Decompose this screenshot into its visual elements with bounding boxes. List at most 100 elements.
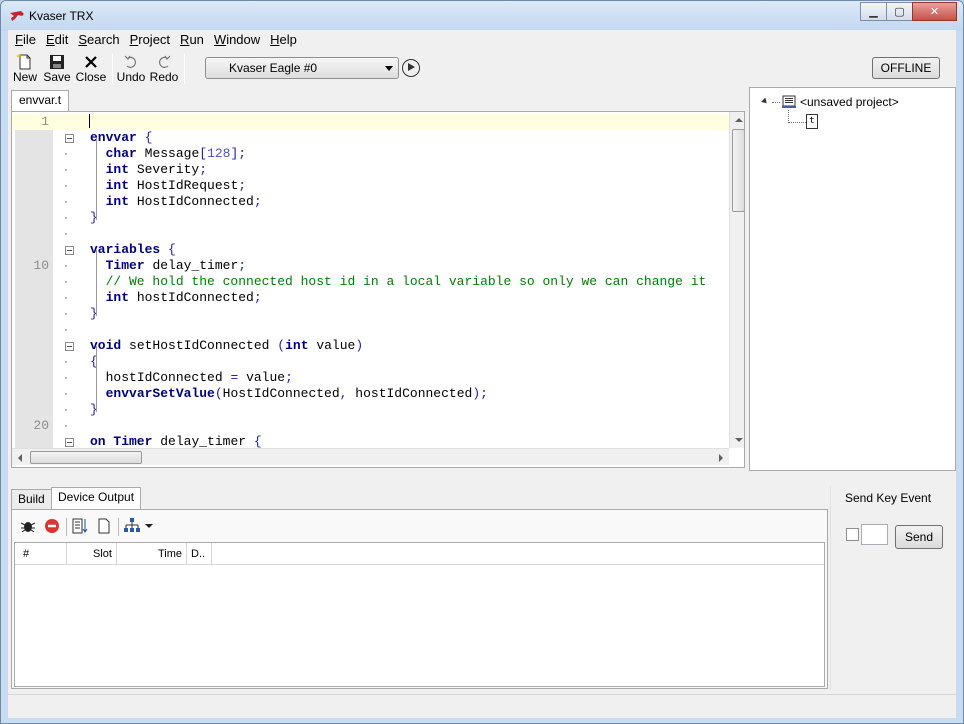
column-header-time[interactable]: Time bbox=[117, 543, 187, 565]
clear-red-circle-icon[interactable] bbox=[42, 516, 62, 536]
scroll-right-icon[interactable] bbox=[719, 454, 723, 462]
scroll-up-icon[interactable] bbox=[735, 118, 743, 122]
fold-toggle-icon[interactable] bbox=[65, 342, 74, 351]
tab-device-output[interactable]: Device Output bbox=[51, 487, 142, 510]
column-header-slot[interactable]: Slot bbox=[67, 543, 117, 565]
undo-button[interactable]: Undo bbox=[114, 53, 148, 87]
chevron-down-icon[interactable] bbox=[144, 516, 154, 536]
dropdown-arrow-icon bbox=[385, 66, 393, 71]
hierarchy-icon[interactable] bbox=[122, 516, 142, 536]
output-table-header: # Slot Time D.. bbox=[15, 543, 824, 565]
close-window-button[interactable]: ✕ bbox=[912, 2, 957, 21]
run-play-icon[interactable] bbox=[402, 59, 420, 77]
scroll-left-icon[interactable] bbox=[18, 454, 22, 462]
code-line: int hostIdConnected; bbox=[12, 290, 732, 306]
editor-vertical-scrollbar[interactable] bbox=[729, 112, 744, 448]
app-window: Kvaser TRX ▁ ▢ ✕ File Edit Search Projec… bbox=[0, 0, 964, 724]
send-button[interactable]: Send bbox=[895, 525, 943, 549]
bug-icon[interactable] bbox=[18, 516, 38, 536]
code-line: int HostIdRequest; bbox=[12, 178, 732, 194]
menu-project[interactable]: Project bbox=[125, 30, 175, 50]
send-key-checkbox[interactable] bbox=[846, 528, 859, 541]
menu-run[interactable]: Run bbox=[175, 30, 209, 50]
scroll-to-end-icon[interactable] bbox=[70, 516, 90, 536]
send-key-event-panel: Send Key Event Send bbox=[830, 486, 956, 690]
column-header-data[interactable]: D.. bbox=[187, 543, 212, 565]
send-key-input[interactable] bbox=[861, 524, 888, 545]
fold-guide-line bbox=[96, 346, 97, 412]
maximize-button[interactable]: ▢ bbox=[886, 2, 913, 21]
scroll-down-icon[interactable] bbox=[735, 438, 743, 442]
window-title: Kvaser TRX bbox=[29, 9, 94, 23]
title-bar[interactable]: Kvaser TRX ▁ ▢ ✕ bbox=[1, 1, 963, 31]
close-file-button[interactable]: Close bbox=[74, 53, 108, 87]
kvaser-logo-icon bbox=[10, 11, 24, 21]
code-line: envvar { bbox=[12, 130, 732, 146]
editor-tab-bar: envvar.t bbox=[8, 89, 745, 111]
device-select[interactable]: Kvaser Eagle #0 bbox=[205, 57, 399, 79]
document-icon[interactable] bbox=[94, 516, 114, 536]
save-disk-icon bbox=[50, 55, 64, 69]
fold-toggle-icon[interactable] bbox=[65, 246, 74, 255]
maximize-icon: ▢ bbox=[894, 6, 905, 18]
offline-button[interactable]: OFFLINE bbox=[872, 57, 940, 79]
status-bar bbox=[8, 694, 956, 718]
code-line: variables { bbox=[12, 242, 732, 258]
column-header-number[interactable]: # bbox=[15, 543, 67, 565]
client-area: File Edit Search Project Run Window Help… bbox=[8, 30, 956, 718]
scroll-thumb[interactable] bbox=[30, 451, 142, 464]
menu-bar: File Edit Search Project Run Window Help bbox=[8, 30, 956, 50]
fold-toggle-icon[interactable] bbox=[65, 134, 74, 143]
text-caret bbox=[89, 114, 90, 128]
main-toolbar: New Save Close Undo Redo Kvaser Eagle #0… bbox=[8, 51, 956, 87]
editor-area: envvar.t 1 envvar { char Message[128]; i… bbox=[8, 89, 745, 470]
code-line: { bbox=[12, 354, 732, 370]
code-line: char Message[128]; bbox=[12, 146, 732, 162]
editor-horizontal-scrollbar[interactable] bbox=[12, 448, 729, 465]
window-controls: ▁ ▢ ✕ bbox=[860, 2, 957, 21]
close-x-icon bbox=[85, 56, 97, 68]
menu-file[interactable]: File bbox=[10, 30, 41, 50]
code-line: 20 bbox=[12, 418, 732, 434]
code-line: } bbox=[12, 210, 732, 226]
code-line: int HostIdConnected; bbox=[12, 194, 732, 210]
code-line: } bbox=[12, 402, 732, 418]
tree-connector bbox=[788, 110, 806, 123]
new-button[interactable]: New bbox=[8, 53, 42, 87]
scroll-thumb[interactable] bbox=[732, 129, 744, 212]
tab-build[interactable]: Build bbox=[11, 489, 52, 510]
code-editor[interactable]: 1 envvar { char Message[128]; int Severi… bbox=[11, 111, 745, 468]
menu-edit[interactable]: Edit bbox=[41, 30, 73, 50]
output-table: # Slot Time D.. bbox=[14, 542, 825, 687]
device-output-panel: # Slot Time D.. bbox=[11, 509, 828, 689]
menu-window[interactable]: Window bbox=[209, 30, 265, 50]
close-icon: ✕ bbox=[929, 6, 940, 18]
save-button[interactable]: Save bbox=[40, 53, 74, 87]
expand-arrow-icon[interactable] bbox=[761, 97, 769, 106]
toolbar-separator bbox=[112, 54, 113, 84]
redo-icon bbox=[159, 55, 171, 68]
code-line: envvarSetValue(HostIdConnected, hostIdCo… bbox=[12, 386, 732, 402]
send-key-title: Send Key Event bbox=[845, 491, 932, 505]
code-line: 10 Timer delay_timer; bbox=[33, 258, 247, 273]
minimize-icon: ▁ bbox=[869, 6, 878, 18]
output-area: Build Device Output # Slot Time D.. bbox=[8, 477, 828, 690]
minimize-button[interactable]: ▁ bbox=[860, 2, 887, 21]
menu-help[interactable]: Help bbox=[265, 30, 302, 50]
toolbar-separator bbox=[184, 54, 185, 84]
menu-search[interactable]: Search bbox=[73, 30, 124, 50]
t-file-icon[interactable]: t bbox=[806, 114, 818, 129]
undo-icon bbox=[124, 55, 136, 68]
code-line bbox=[12, 226, 732, 242]
project-root-label: <unsaved project> bbox=[800, 95, 899, 109]
fold-toggle-icon[interactable] bbox=[65, 438, 74, 447]
redo-button[interactable]: Redo bbox=[147, 53, 181, 87]
new-file-icon bbox=[17, 54, 31, 70]
code-line: } bbox=[12, 306, 732, 322]
code-line: 1 bbox=[12, 114, 732, 130]
code-line: void setHostIdConnected (int value) bbox=[12, 338, 732, 354]
project-icon bbox=[782, 95, 796, 108]
tab-envvar-t[interactable]: envvar.t bbox=[11, 90, 70, 111]
code-line bbox=[12, 322, 732, 338]
code-line: // We hold the connected host id in a lo… bbox=[12, 274, 732, 290]
